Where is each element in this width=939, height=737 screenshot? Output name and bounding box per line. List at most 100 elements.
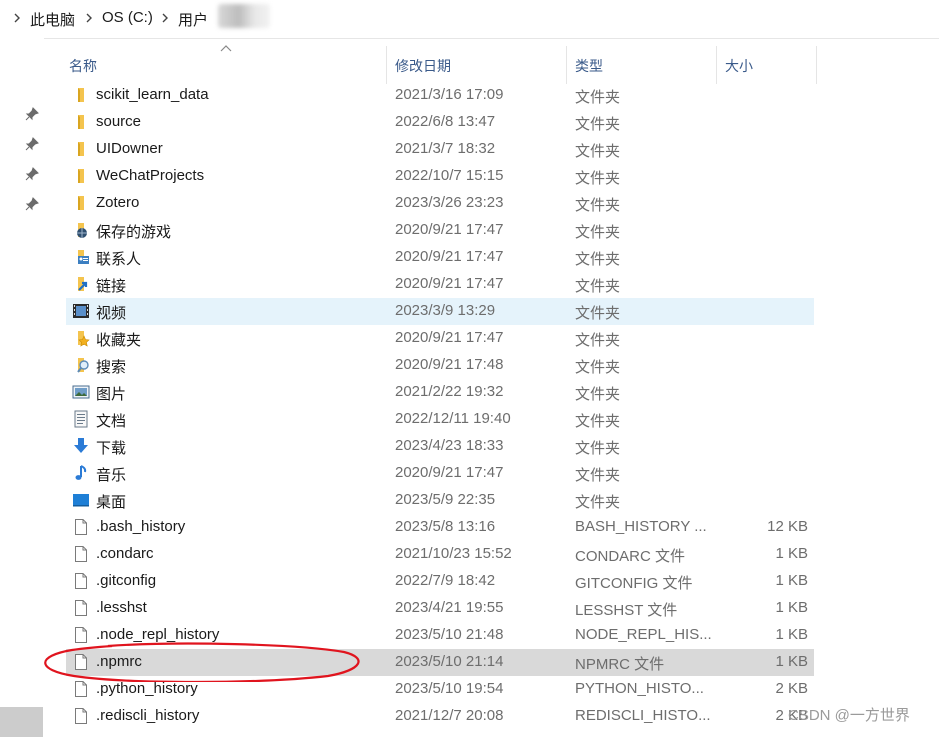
file-name[interactable]: 搜索	[96, 356, 126, 377]
file-name[interactable]: scikit_learn_data	[96, 86, 209, 103]
file-size: 1 KB	[775, 545, 808, 562]
file-name[interactable]: 收藏夹	[96, 329, 141, 350]
table-row[interactable]: UIDowner 2021/3/7 18:32 文件夹	[66, 136, 814, 163]
file-name[interactable]: .bash_history	[96, 518, 185, 535]
file-type: 文件夹	[575, 359, 621, 376]
column-headers: 名称 修改日期 类型 大小	[44, 45, 939, 84]
chevron-right-icon[interactable]	[84, 10, 94, 26]
file-size: 12 KB	[767, 518, 808, 535]
table-row[interactable]: .condarc 2021/10/23 15:52 CONDARC 文件 1 K…	[66, 541, 814, 568]
table-row[interactable]: 音乐 2020/9/21 17:47 文件夹	[66, 460, 814, 487]
file-type: 文件夹	[575, 89, 621, 106]
file-type: PYTHON_HISTO...	[575, 680, 704, 697]
file-type: 文件夹	[575, 251, 621, 268]
saved-games-icon	[77, 223, 87, 238]
file-date: 2020/9/21 17:47	[395, 248, 504, 265]
breadcrumb-drive-c[interactable]: OS (C:)	[102, 9, 153, 26]
file-name[interactable]: 下载	[96, 437, 126, 458]
file-name[interactable]: .python_history	[96, 680, 198, 697]
file-type: 文件夹	[575, 413, 621, 430]
column-divider[interactable]	[566, 46, 567, 84]
file-type: 文件夹	[575, 197, 621, 214]
navigation-pane[interactable]	[0, 38, 44, 737]
table-row[interactable]: 收藏夹 2020/9/21 17:47 文件夹	[66, 325, 814, 352]
file-name[interactable]: source	[96, 113, 141, 130]
file-name[interactable]: 链接	[96, 275, 126, 296]
file-icon	[75, 600, 87, 616]
file-name[interactable]: .node_repl_history	[96, 626, 219, 643]
pin-icon[interactable]	[24, 196, 40, 212]
chevron-right-icon[interactable]	[12, 10, 22, 26]
column-header-name[interactable]: 名称	[69, 56, 97, 76]
column-divider[interactable]	[716, 46, 717, 84]
file-name[interactable]: Zotero	[96, 194, 139, 211]
pin-icon[interactable]	[24, 136, 40, 152]
contacts-icon	[78, 250, 89, 264]
folder-icon	[78, 169, 84, 183]
file-type: 文件夹	[575, 143, 621, 160]
file-date: 2023/3/26 23:23	[395, 194, 504, 211]
file-icon	[75, 708, 87, 724]
table-row-hover[interactable]: 视频 2023/3/9 13:29 文件夹	[66, 298, 814, 325]
table-row[interactable]: .bash_history 2023/5/8 13:16 BASH_HISTOR…	[66, 514, 814, 541]
table-row[interactable]: 保存的游戏 2020/9/21 17:47 文件夹	[66, 217, 814, 244]
file-date: 2020/9/21 17:47	[395, 464, 504, 481]
file-name[interactable]: UIDowner	[96, 140, 163, 157]
folder-icon	[78, 196, 84, 210]
searches-icon	[77, 358, 89, 373]
table-row[interactable]: Zotero 2023/3/26 23:23 文件夹	[66, 190, 814, 217]
file-name[interactable]: 视频	[96, 302, 126, 323]
file-name[interactable]: 图片	[96, 383, 126, 404]
column-header-size[interactable]: 大小	[725, 56, 753, 76]
file-name[interactable]: .condarc	[96, 545, 154, 562]
file-date: 2022/6/8 13:47	[395, 113, 496, 130]
file-type: 文件夹	[575, 116, 621, 133]
table-row[interactable]: .lesshst 2023/4/21 19:55 LESSHST 文件 1 KB	[66, 595, 814, 622]
table-row[interactable]: 搜索 2020/9/21 17:48 文件夹	[66, 352, 814, 379]
breadcrumb-this-pc[interactable]: 此电脑	[30, 9, 75, 30]
file-date: 2023/5/10 21:14	[395, 653, 504, 670]
table-row[interactable]: 联系人 2020/9/21 17:47 文件夹	[66, 244, 814, 271]
file-name[interactable]: .rediscli_history	[96, 707, 199, 724]
file-date: 2021/12/7 20:08	[395, 707, 504, 724]
file-name[interactable]: .lesshst	[96, 599, 147, 616]
table-row[interactable]: scikit_learn_data 2021/3/16 17:09 文件夹	[66, 82, 814, 109]
column-header-type[interactable]: 类型	[575, 56, 603, 76]
table-row[interactable]: .gitconfig 2022/7/9 18:42 GITCONFIG 文件 1…	[66, 568, 814, 595]
file-icon	[75, 573, 87, 589]
file-name[interactable]: 音乐	[96, 464, 126, 485]
file-date: 2023/5/9 22:35	[395, 491, 496, 508]
table-row[interactable]: .rediscli_history 2021/12/7 20:08 REDISC…	[66, 703, 814, 730]
videos-icon	[73, 304, 89, 318]
file-type: 文件夹	[575, 332, 621, 349]
column-header-date[interactable]: 修改日期	[395, 56, 451, 76]
watermark: CSDN @一方世界	[788, 707, 910, 724]
address-bar[interactable]: 此电脑 OS (C:) 用户	[0, 0, 939, 39]
folder-icon	[78, 115, 84, 129]
file-name[interactable]: 联系人	[96, 248, 141, 269]
table-row[interactable]: 文档 2022/12/11 19:40 文件夹	[66, 406, 814, 433]
file-type: 文件夹	[575, 386, 621, 403]
file-name[interactable]: .gitconfig	[96, 572, 156, 589]
file-name[interactable]: 文档	[96, 410, 126, 431]
column-divider[interactable]	[386, 46, 387, 84]
file-type: 文件夹	[575, 494, 621, 511]
file-name[interactable]: 桌面	[96, 491, 126, 512]
table-row[interactable]: 图片 2021/2/22 19:32 文件夹	[66, 379, 814, 406]
pin-icon[interactable]	[24, 106, 40, 122]
table-row[interactable]: WeChatProjects 2022/10/7 15:15 文件夹	[66, 163, 814, 190]
table-row[interactable]: 下载 2023/4/23 18:33 文件夹	[66, 433, 814, 460]
file-name[interactable]: WeChatProjects	[96, 167, 204, 184]
breadcrumb-users[interactable]: 用户	[178, 9, 208, 30]
table-row[interactable]: source 2022/6/8 13:47 文件夹	[66, 109, 814, 136]
table-row[interactable]: 链接 2020/9/21 17:47 文件夹	[66, 271, 814, 298]
column-divider[interactable]	[816, 46, 817, 84]
table-row[interactable]: 桌面 2023/5/9 22:35 文件夹	[66, 487, 814, 514]
file-icon	[75, 546, 87, 562]
chevron-right-icon[interactable]	[160, 10, 170, 26]
file-type: BASH_HISTORY ...	[575, 518, 707, 535]
file-name[interactable]: 保存的游戏	[96, 221, 171, 242]
pin-icon[interactable]	[24, 166, 40, 182]
file-date: 2021/3/16 17:09	[395, 86, 504, 103]
file-date: 2021/3/7 18:32	[395, 140, 496, 157]
